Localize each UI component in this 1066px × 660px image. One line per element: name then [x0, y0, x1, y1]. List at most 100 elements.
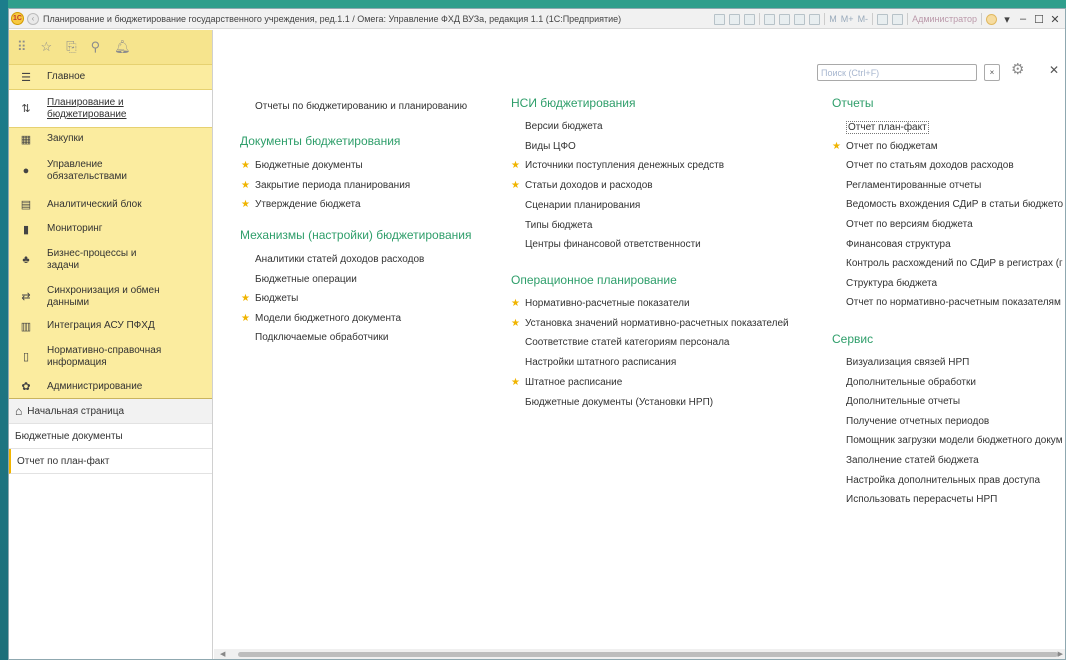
sidebar: ⠿ ☆ ⎘ ⚲ 🔔︎ ☰ Главное ⇅ Планирование и бюдже… — [9, 30, 213, 659]
bell-icon[interactable]: 🔔︎ — [114, 39, 131, 55]
nav-link[interactable]: Дополнительные отчеты — [846, 396, 960, 407]
dropdown-icon[interactable]: ▾ — [1001, 13, 1013, 26]
print-icon[interactable] — [729, 13, 741, 25]
nav-link[interactable]: Отчет по бюджетам — [832, 141, 938, 152]
nav-link[interactable]: Дополнительные обработки — [846, 377, 976, 388]
nav-link[interactable]: Настройки штатного расписания — [525, 357, 676, 368]
nav-link[interactable]: Виды ЦФО — [525, 141, 576, 152]
memory-plus-button[interactable]: M+ — [841, 14, 854, 24]
history-icon[interactable]: ⎘ — [66, 39, 76, 55]
nav-link[interactable]: Ведомость вхождения СДиР в статьи бюджет… — [846, 199, 1063, 210]
sidebar-section[interactable]: ⇄ Синхронизация и обмен данными — [9, 279, 212, 314]
sidebar-section[interactable]: ▤ Аналитический блок — [9, 192, 212, 217]
nav-link[interactable]: Источники поступления денежных средств — [511, 160, 724, 171]
memory-button[interactable]: M — [829, 14, 837, 24]
sidebar-section[interactable]: ▦ Закупки — [9, 128, 212, 150]
nav-link[interactable]: Настройка дополнительных прав доступа — [846, 475, 1040, 486]
open-page-label: Начальная страница — [27, 405, 125, 417]
preview-icon[interactable] — [744, 13, 756, 25]
nav-link[interactable]: Помощник загрузки модели бюджетного доку… — [846, 435, 1063, 446]
nav-link[interactable]: Закрытие периода планирования — [241, 180, 410, 191]
info-icon[interactable] — [986, 13, 997, 25]
nav-link[interactable]: Отчет по нормативно-расчетным показателя… — [846, 297, 1061, 308]
sidebar-section-label: Бизнес-процессы и задачи — [47, 248, 137, 271]
nav-link[interactable]: Установка значений нормативно-расчетных … — [511, 318, 789, 329]
app-logo-icon[interactable]: 1С — [11, 12, 24, 25]
restore-button[interactable]: ☐ — [1033, 13, 1045, 26]
nav-link[interactable]: Использовать перерасчеты НРП — [846, 494, 997, 505]
nav-link[interactable]: Отчет план-факт — [846, 121, 929, 134]
calendar-icon[interactable] — [809, 13, 821, 25]
nav-link[interactable]: Штатное расписание — [511, 377, 622, 388]
sidebar-section[interactable]: ▮ Мониторинг — [9, 217, 212, 241]
nav-link[interactable]: Получение отчетных периодов — [846, 416, 989, 427]
sidebar-section[interactable]: ☰ Главное — [9, 65, 212, 89]
scroll-left-icon[interactable]: ◀ — [220, 650, 225, 658]
nav-link[interactable]: Центры финансовой ответственности — [525, 239, 701, 250]
open-page-label: Бюджетные документы — [15, 430, 123, 442]
nav-link[interactable]: Нормативно-расчетные показатели — [511, 298, 690, 309]
sidebar-section[interactable]: ♣ Бизнес-процессы и задачи — [9, 241, 212, 279]
nav-link[interactable]: Визуализация связей НРП — [846, 357, 969, 368]
nav-link[interactable]: Отчеты по бюджетированию и планированию — [255, 101, 467, 112]
sections-panel: ☰ Главное ⇅ Планирование и бюджетирование ▦ З… — [9, 65, 212, 398]
open-page-tab[interactable]: Отчет по план-факт — [9, 449, 212, 474]
nav-link[interactable]: Контроль расхождений по СДиР в регистрах… — [846, 258, 1063, 269]
app-window: 1С ‹ Планирование и бюджетирование госуд… — [8, 8, 1066, 660]
open-page-tab[interactable]: Бюджетные документы — [9, 424, 212, 449]
minimize-button[interactable]: – — [1017, 13, 1029, 25]
save-icon[interactable] — [714, 13, 726, 25]
nav-link[interactable]: Финансовая структура — [846, 239, 951, 250]
horizontal-scrollbar[interactable]: ◀ ▶ — [214, 649, 1065, 659]
settings-gear-icon[interactable]: ⚙ — [1011, 60, 1024, 78]
nav-link[interactable]: Бюджетные операции — [255, 274, 357, 285]
business-process-icon: ♣ — [22, 254, 30, 266]
nav-link[interactable]: Версии бюджета — [525, 121, 603, 132]
nav-link[interactable]: Статьи доходов и расходов — [511, 180, 653, 191]
apps-grid-icon[interactable]: ⠿ — [17, 39, 27, 55]
nav-link[interactable]: Модели бюджетного документа — [241, 313, 401, 324]
copy-icon[interactable] — [779, 13, 791, 25]
sidebar-section[interactable]: ✿ Администрирование — [9, 375, 212, 398]
group-title: Отчеты — [832, 96, 874, 110]
scroll-right-icon[interactable]: ▶ — [1058, 650, 1063, 658]
nav-link[interactable]: Отчет по статьям доходов расходов — [846, 160, 1014, 171]
back-icon[interactable]: ‹ — [27, 12, 39, 25]
nav-link[interactable]: Сценарии планирования — [525, 200, 640, 211]
toolbar-divider — [759, 13, 761, 25]
sidebar-section[interactable]: ⇅ Планирование и бюджетирование — [9, 89, 212, 128]
scrollbar-thumb[interactable] — [238, 652, 1058, 657]
sidebar-toolbar: ⠿ ☆ ⎘ ⚲ 🔔︎ — [9, 30, 212, 65]
table-icon[interactable] — [794, 13, 806, 25]
search-input[interactable]: Поиск (Ctrl+F) — [817, 64, 977, 81]
memory-minus-button[interactable]: M- — [858, 14, 869, 24]
search-clear-button[interactable]: × — [984, 64, 1000, 81]
window-icon[interactable] — [892, 13, 904, 25]
nav-link[interactable]: Бюджетные документы — [241, 160, 363, 171]
search-icon[interactable]: ⚲ — [91, 39, 101, 55]
sidebar-section[interactable]: ▥ Интеграция АСУ ПФХД — [9, 314, 212, 338]
nav-link[interactable]: Отчет по версиям бюджета — [846, 219, 973, 230]
close-panel-button[interactable]: ✕ — [1049, 63, 1059, 77]
monitoring-icon: ▮ — [22, 223, 30, 236]
nav-link[interactable]: Соответствие статей категориям персонала — [525, 337, 730, 348]
link-icon[interactable] — [764, 13, 776, 25]
user-name[interactable]: Администратор — [912, 14, 977, 24]
main-content: Поиск (Ctrl+F) × ⚙ ✕ Отчеты по бюджетиро… — [214, 30, 1065, 659]
zoom-icon[interactable] — [877, 13, 889, 25]
nav-link[interactable]: Заполнение статей бюджета — [846, 455, 979, 466]
nav-link[interactable]: Структура бюджета — [846, 278, 937, 289]
nav-link[interactable]: Утверждение бюджета — [241, 199, 361, 210]
nav-link[interactable]: Типы бюджета — [525, 220, 592, 231]
close-window-button[interactable]: ✕ — [1049, 13, 1061, 26]
nav-link[interactable]: Аналитики статей доходов расходов — [255, 254, 424, 265]
nav-link[interactable]: Бюджетные документы (Установки НРП) — [525, 397, 713, 408]
nav-link[interactable]: Регламентированные отчеты — [846, 180, 981, 191]
favorites-star-icon[interactable]: ☆ — [41, 39, 53, 55]
nav-link[interactable]: Бюджеты — [241, 293, 298, 304]
sidebar-section[interactable]: ▯ Нормативно-справочная информация — [9, 338, 212, 375]
home-page-tab[interactable]: ⌂ Начальная страница — [9, 399, 212, 424]
nav-link[interactable]: Подключаемые обработчики — [255, 332, 389, 343]
sidebar-section-label: Закупки — [47, 133, 84, 144]
sidebar-section[interactable]: ● Управление обязательствами — [9, 150, 212, 192]
